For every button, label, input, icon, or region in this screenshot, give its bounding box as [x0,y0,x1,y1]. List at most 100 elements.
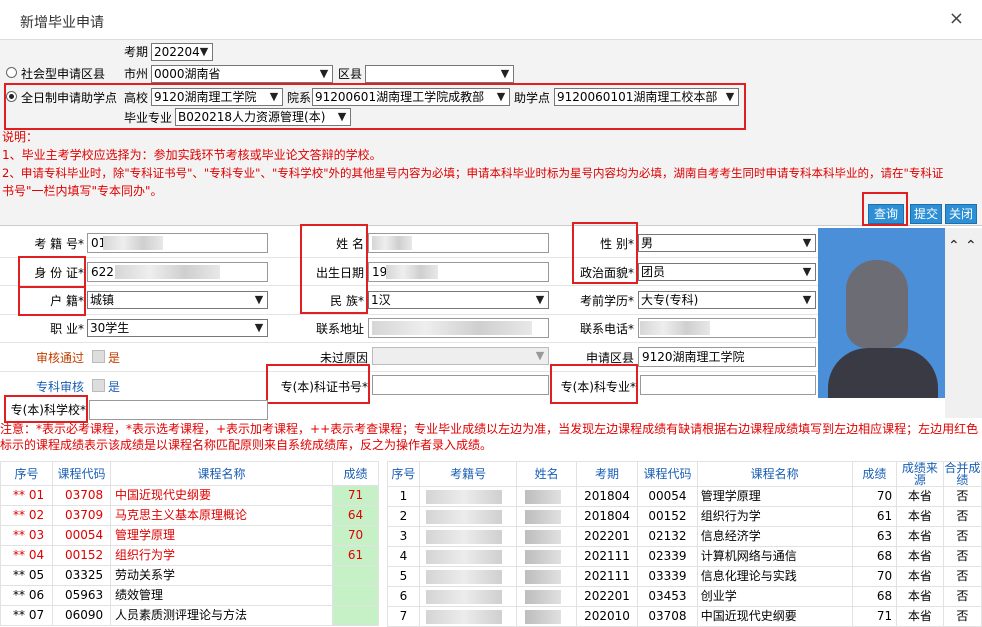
chevron-up-icon[interactable]: ⌃ [948,238,960,254]
job-select[interactable]: 30学生 ▼ [87,319,268,337]
cell-no: ** 07 [0,605,53,626]
submit-button[interactable]: 提交 [910,204,942,224]
cell-merge: 否 [942,526,982,547]
blurred-exam-no [425,489,502,504]
table-row[interactable]: ** 03 00054 管理学原理 70 [0,525,379,546]
id-value: 622 [91,265,114,279]
table-row[interactable]: 6 202201 03453 创业学 68 本省否 [387,586,982,607]
region-input[interactable]: 9120湖南理工学院 [638,347,816,367]
cell-score[interactable] [332,565,379,586]
chevron-down-icon: ▼ [199,45,209,58]
cell-score[interactable]: 71 [332,485,379,506]
dialog-title: 新增毕业申请 [20,15,104,31]
exam-period-value: 202204 [154,45,200,59]
cell-score[interactable]: 70 [332,525,379,546]
exam-period-select[interactable]: 202204 ▼ [151,43,213,61]
cell-period: 202010 [575,606,639,627]
table-row[interactable]: ** 07 06090 人员素质测评理论与方法 [0,605,379,626]
table-row[interactable]: 1 201804 00054 管理学原理 70 本省否 [387,486,982,507]
phone-label: 联系电话* [579,322,634,336]
form-scrollbar[interactable]: ⌃ ⌃ [945,228,982,418]
table-row[interactable]: 5 202111 03339 信息化理论与实践 70 本省否 [387,566,982,587]
exam-no-label: 考 籍 号* [34,237,84,251]
table-row[interactable]: ** 04 00152 组织行为学 61 [0,545,379,566]
cell-code: 02132 [637,526,698,547]
close-icon[interactable]: × [949,9,964,29]
addr-label: 联系地址 [315,322,364,336]
cell-exam-no [418,566,518,587]
cell-score[interactable] [332,585,379,606]
blurred-phone [640,321,710,335]
city-select[interactable]: 0000湖南省 ▼ [151,65,333,83]
col-name: 课程名称 [110,461,333,486]
cell-code: 00152 [637,506,698,527]
warning-text: 注意：*表示必考课程，*表示选考课程，+表示加考课程，++表示考查课程；专业毕业… [0,422,979,452]
blurred-id [115,265,220,279]
cell-code: 06090 [52,605,111,626]
table-row[interactable]: 4 202111 02339 计算机网络与通信 68 本省否 [387,546,982,567]
cell-no: ** 03 [0,525,53,546]
close-button[interactable]: 关闭 [945,204,977,224]
row-divider [0,371,818,372]
highlight-box-id [18,256,86,288]
zk-cert-input[interactable] [372,375,549,395]
cell-code: 03325 [52,565,111,586]
chevron-up-icon[interactable]: ⌃ [965,238,977,254]
cell-period: 201804 [575,506,639,527]
table-row[interactable]: ** 05 03325 劳动关系学 [0,565,379,586]
audit-checkbox[interactable] [92,350,105,363]
col-name: 姓名 [516,461,577,487]
zk-major-input[interactable] [640,375,816,395]
cell-name: 管理学原理 [110,525,333,546]
blurred-address [372,321,532,335]
fail-reason-select[interactable]: ▼ [372,347,549,365]
birth-value: 19 [372,265,388,279]
table-row[interactable]: 7 202010 03708 中国近现代史纲要 71 本省否 [387,606,982,627]
chevron-down-icon: ▼ [535,349,545,362]
table-row[interactable]: ** 01 03708 中国近现代史纲要 71 [0,485,379,506]
cell-no: 5 [387,566,420,587]
cell-exam-no [418,506,518,527]
table-row[interactable]: 3 202201 02132 信息经济学 63 本省否 [387,526,982,547]
ethnic-select[interactable]: 1汉 ▼ [368,291,549,309]
photo-face [846,260,908,348]
cell-score: 71 [851,606,898,627]
cell-name [516,526,577,547]
filter-panel: 考期 202204 ▼ 社会型申请区县 市州 0000湖南省 ▼ 区县 ▼ 全日制申… [0,40,982,226]
univ-select[interactable]: 9120湖南理工学院 ▼ [151,88,283,106]
cell-exam-no [418,526,518,547]
univ-label: 高校 [124,91,149,105]
social-radio[interactable] [6,67,17,78]
table-row[interactable]: 2 201804 00152 组织行为学 61 本省否 [387,506,982,527]
hukou-select[interactable]: 城镇 ▼ [87,291,268,309]
college-select[interactable]: 91200601湖南理工学院成教部 ▼ [312,88,510,106]
query-button[interactable]: 查询 [868,204,904,224]
cell-source: 本省 [896,566,944,587]
politics-select[interactable]: 团员 ▼ [638,263,816,281]
politics-value: 团员 [641,265,666,279]
chevron-down-icon: ▼ [802,265,812,278]
cell-score[interactable] [332,605,379,626]
zk-audit-checkbox[interactable] [92,379,105,392]
fulltime-radio[interactable] [6,91,17,102]
cell-no: ** 01 [0,485,53,506]
table-row[interactable]: ** 02 03709 马克思主义基本原理概论 64 [0,505,379,526]
blurred-name [525,489,562,504]
edu-select[interactable]: 大专(专科) ▼ [638,291,816,309]
gender-select[interactable]: 男 ▼ [638,234,816,252]
district-select[interactable]: ▼ [365,65,514,83]
cell-score[interactable]: 61 [332,545,379,566]
major-select[interactable]: B020218人力资源管理(本) ▼ [175,108,351,126]
blurred-exam-no [103,236,163,250]
table-row[interactable]: ** 06 05963 绩效管理 [0,585,379,606]
cell-code: 02339 [637,546,698,567]
cell-score[interactable]: 64 [332,505,379,526]
cell-score: 68 [851,586,898,607]
assist-select[interactable]: 9120060101湖南理工校本部 ▼ [554,88,739,106]
col-exam-no: 考籍号 [418,461,518,487]
cell-code: 00054 [637,486,698,507]
chevron-down-icon: ▼ [802,236,812,249]
zk-school-input[interactable] [89,400,268,420]
cell-score: 61 [851,506,898,527]
cell-name: 人员素质测评理论与方法 [110,605,333,626]
